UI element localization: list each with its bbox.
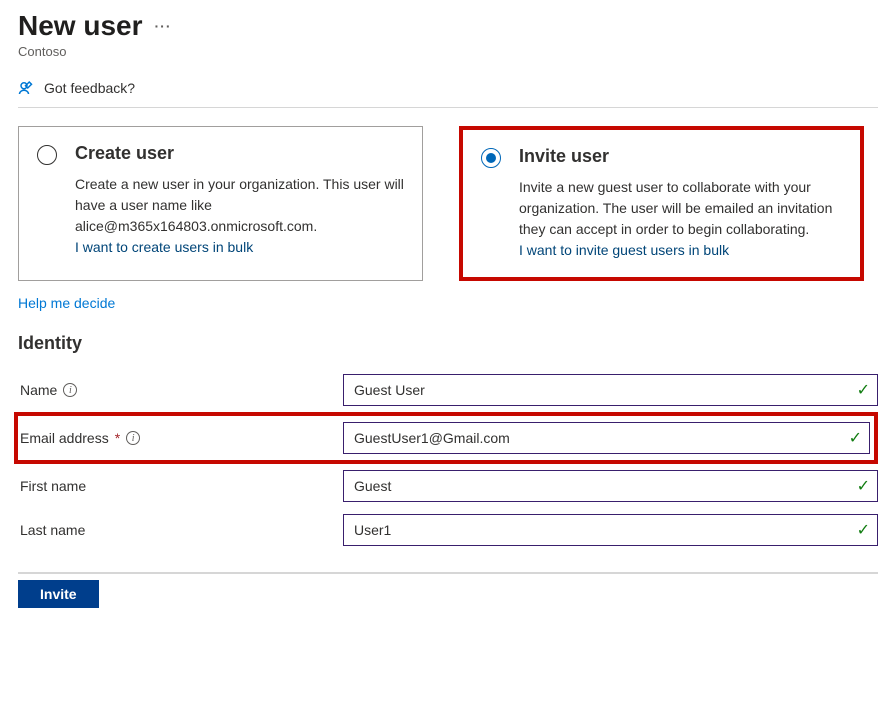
check-icon: ✓ <box>849 428 862 448</box>
required-star: * <box>115 430 120 446</box>
row-last-name: Last name ✓ <box>18 508 878 552</box>
create-bulk-link[interactable]: I want to create users in bulk <box>75 239 253 255</box>
feedback-bar[interactable]: Got feedback? <box>18 79 878 108</box>
label-name: Name <box>20 382 57 398</box>
more-actions-button[interactable]: ··· <box>155 18 172 34</box>
info-icon[interactable]: i <box>126 431 140 445</box>
option-create-title: Create user <box>75 143 404 164</box>
label-first-name: First name <box>20 478 86 494</box>
option-invite-body: Invite user Invite a new guest user to c… <box>519 146 842 261</box>
option-invite-title: Invite user <box>519 146 842 167</box>
row-name: Name i ✓ <box>18 368 878 412</box>
invite-bulk-link[interactable]: I want to invite guest users in bulk <box>519 242 729 258</box>
check-icon: ✓ <box>857 380 870 400</box>
option-create-desc: Create a new user in your organization. … <box>75 174 404 258</box>
input-email[interactable] <box>343 422 870 454</box>
page-title: New user <box>18 10 143 42</box>
check-icon: ✓ <box>857 520 870 540</box>
feedback-label: Got feedback? <box>44 80 135 96</box>
row-first-name: First name ✓ <box>18 464 878 508</box>
option-invite-desc: Invite a new guest user to collaborate w… <box>519 177 842 261</box>
row-email: Email address * i ✓ <box>14 412 878 464</box>
footer-bar: Invite <box>18 572 878 608</box>
feedback-icon <box>18 79 36 97</box>
info-icon[interactable]: i <box>63 383 77 397</box>
option-create-body: Create user Create a new user in your or… <box>75 143 404 258</box>
radio-invite-user[interactable] <box>481 148 501 168</box>
input-first-name[interactable] <box>343 470 878 502</box>
option-create-user[interactable]: Create user Create a new user in your or… <box>18 126 423 281</box>
invite-button[interactable]: Invite <box>18 580 99 608</box>
user-type-options: Create user Create a new user in your or… <box>18 126 878 281</box>
option-invite-user[interactable]: Invite user Invite a new guest user to c… <box>459 126 864 281</box>
page-header: New user ··· Contoso <box>18 10 878 59</box>
radio-create-user[interactable] <box>37 145 57 165</box>
input-name[interactable] <box>343 374 878 406</box>
input-last-name[interactable] <box>343 514 878 546</box>
help-decide-link[interactable]: Help me decide <box>18 295 115 311</box>
tenant-subtitle: Contoso <box>18 44 878 59</box>
label-email: Email address <box>20 430 109 446</box>
identity-heading: Identity <box>18 333 878 354</box>
label-last-name: Last name <box>20 522 85 538</box>
check-icon: ✓ <box>857 476 870 496</box>
